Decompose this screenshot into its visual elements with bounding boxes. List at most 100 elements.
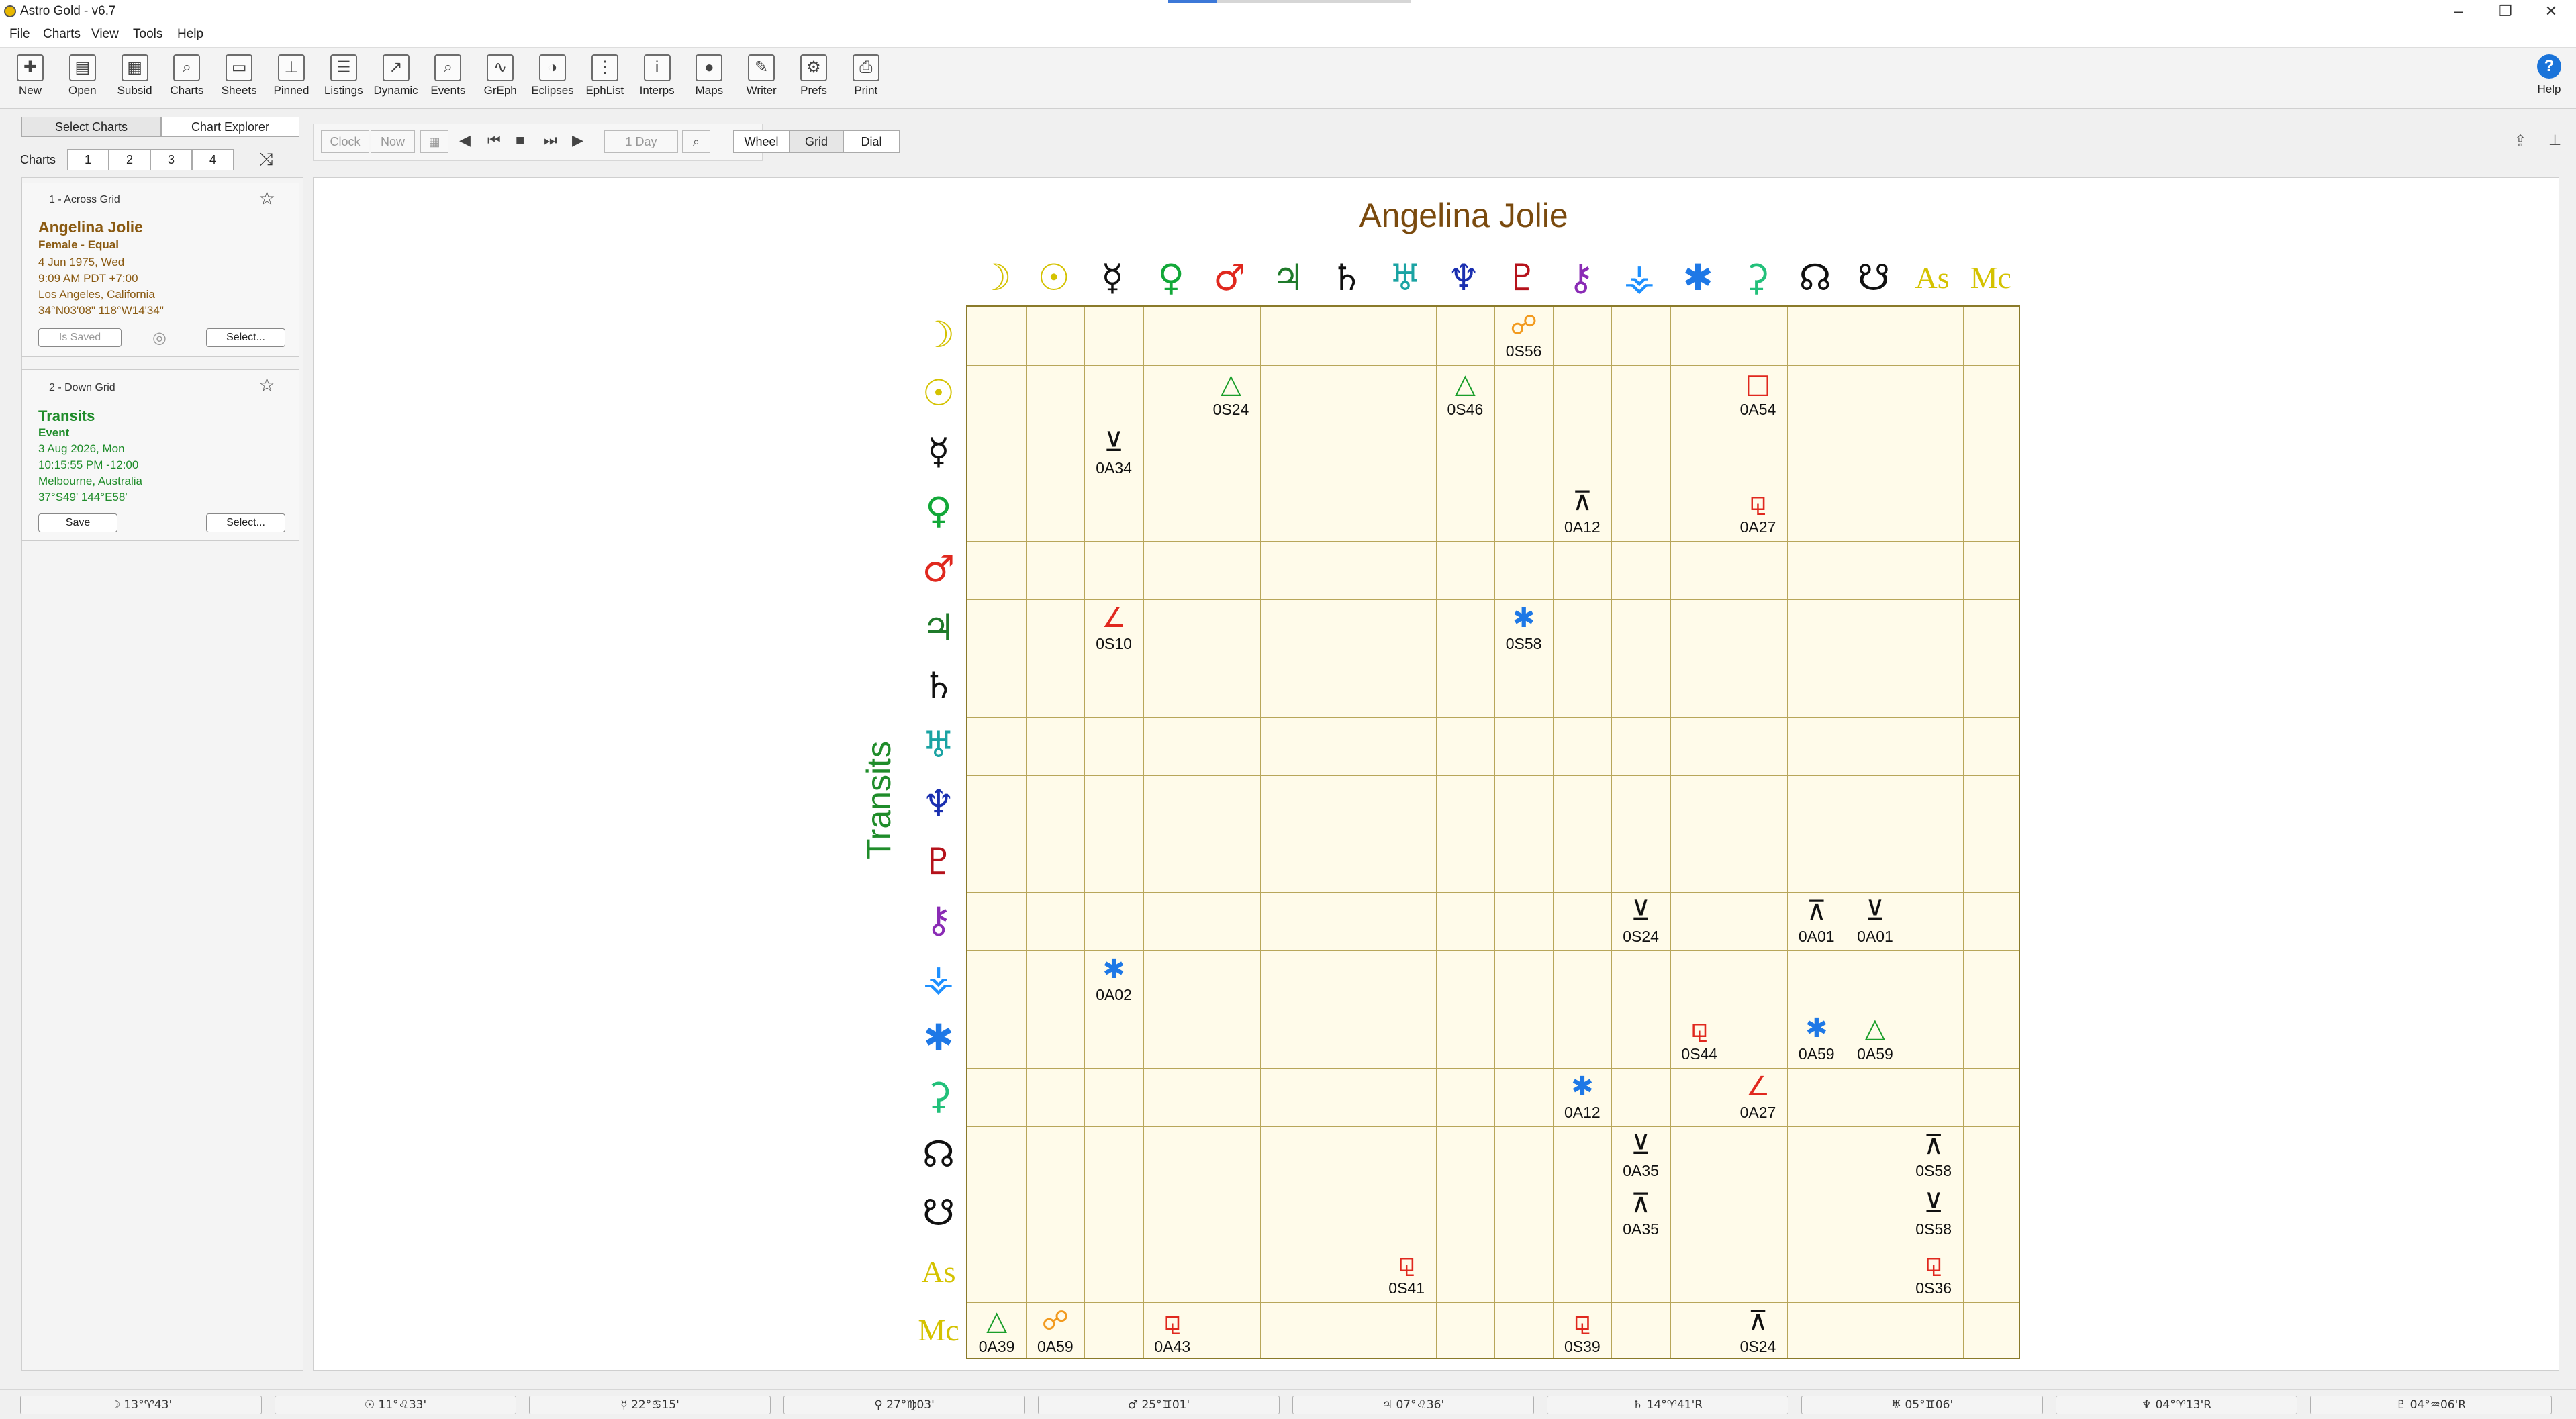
toolbar-ephlist-button[interactable]: ⋮ EphList [580,54,630,108]
card-name: Angelina Jolie [38,218,143,236]
pin-panel-icon[interactable]: ⊥ [2548,132,2561,149]
minimize-button[interactable]: – [2438,1,2479,21]
aspect-symbol[interactable]: △ [1846,1014,1904,1043]
share-icon[interactable]: ⇪ [2514,132,2527,151]
open-icon: ▤ [68,54,96,81]
chart-slot-2[interactable]: 2 [109,149,150,170]
aspect-orb: 0S10 [1096,635,1132,653]
select-button-2[interactable]: Select... [206,513,285,532]
aspect-symbol[interactable]: ⊻ [1084,428,1143,457]
toolbar-subsid-button[interactable]: ▦ Subsid [110,54,160,108]
aspect-symbol[interactable]: ⊻ [1905,1189,1963,1218]
toolbar-dynamic-button[interactable]: ↗ Dynamic [371,54,421,108]
toolbar-label: Maps [695,84,724,97]
menu-view[interactable]: View [91,27,119,42]
step-size-field[interactable]: 1 Day [604,130,678,153]
menu-tools[interactable]: Tools [133,27,162,42]
view-dial-button[interactable]: Dial [843,130,900,153]
column-header-midheaven: Mc [1970,260,2011,295]
stop-icon[interactable]: ■ [516,132,524,149]
menu-help[interactable]: Help [177,27,203,42]
menu-file[interactable]: File [9,27,30,42]
column-header-mars: ♂ [1213,256,1246,299]
toolbar-pinned-button[interactable]: ⊥ Pinned [267,54,316,108]
grid-hline [967,1302,2019,1303]
aspect-symbol[interactable]: △ [1202,369,1260,399]
calendar-icon[interactable]: ▦ [420,130,448,153]
toolbar-new-button[interactable]: ✚ New [5,54,55,108]
toolbar-writer-button[interactable]: ✎ Writer [736,54,786,108]
help-button[interactable]: ? Help [2524,54,2574,96]
target-icon[interactable]: ◎ [152,328,166,348]
close-button[interactable]: ✕ [2531,1,2571,21]
aspect-symbol[interactable]: ∠ [1729,1072,1787,1102]
aspect-symbol[interactable]: ⚼ [1553,1306,1611,1336]
events-icon: ⌕ [434,54,462,81]
chart-slot-1[interactable]: 1 [67,149,109,170]
aspect-symbol[interactable]: ⚼ [1670,1014,1729,1043]
toolbar-label: Print [854,84,878,97]
aspect-symbol[interactable]: ✱ [1084,955,1143,984]
aspect-symbol[interactable]: ⚼ [1143,1306,1202,1336]
aspect-symbol[interactable]: ⊼ [1905,1130,1963,1160]
aspect-orb: 0A01 [1798,928,1835,946]
toolbar-charts-button[interactable]: ⌕ Charts [162,54,211,108]
transits-axis-label: Transits [860,741,898,859]
toolbar-sheets-button[interactable]: ▭ Sheets [214,54,264,108]
play-icon[interactable]: ▶ [572,132,583,149]
aspect-symbol[interactable]: △ [967,1306,1026,1336]
aspect-symbol[interactable]: ⚼ [1378,1248,1436,1277]
aspect-symbol[interactable]: ☍ [1494,311,1553,340]
view-grid-button[interactable]: Grid [790,130,843,153]
aspect-orb: 0S39 [1564,1337,1601,1355]
aspect-symbol[interactable]: ⊻ [1611,896,1670,926]
toolbar-eclipses-button[interactable]: ◑ Eclipses [528,54,577,108]
shuffle-icon[interactable]: ⤨ [259,149,273,170]
aspect-symbol[interactable]: ⊻ [1846,896,1904,926]
aspect-symbol[interactable]: ☍ [1026,1306,1084,1336]
skip-forward-icon[interactable]: ⏭ [544,132,557,149]
toolbar-greph-button[interactable]: ∿ GrEph [475,54,525,108]
view-wheel-button[interactable]: Wheel [733,130,790,153]
toolbar-events-button[interactable]: ⌕ Events [423,54,473,108]
aspect-symbol[interactable]: ⊼ [1611,1189,1670,1218]
toolbar-interps-button[interactable]: i Interps [632,54,682,108]
search-icon[interactable]: ⌕ [682,130,710,153]
menu-charts[interactable]: Charts [43,27,81,42]
chart-slot-4[interactable]: 4 [192,149,234,170]
step-back-icon[interactable]: ◀ [459,132,471,149]
aspect-orb: 0S36 [1915,1279,1952,1297]
is-saved-button[interactable]: Is Saved [38,328,122,347]
aspect-symbol[interactable]: ⚼ [1729,487,1787,516]
aspect-symbol[interactable]: □ [1729,369,1787,399]
skip-back-icon[interactable]: ⏮ [487,132,501,149]
toolbar-listings-button[interactable]: ☰ Listings [319,54,369,108]
save-button[interactable]: Save [38,513,117,532]
toolbar-maps-button[interactable]: ● Maps [684,54,734,108]
clock-button[interactable]: Clock [321,130,369,153]
aspect-symbol[interactable]: ⊻ [1611,1130,1670,1160]
tab-select-charts[interactable]: Select Charts [21,117,161,137]
menu-bar: File Charts View Tools Help [0,23,2576,48]
chart-slot-3[interactable]: 3 [150,149,192,170]
aspect-symbol[interactable]: ∠ [1084,603,1143,633]
select-button-1[interactable]: Select... [206,328,285,347]
aspect-symbol[interactable]: ⚼ [1905,1248,1963,1277]
row-header-north-node: ☊ [922,1133,955,1176]
tab-chart-explorer[interactable]: Chart Explorer [161,117,299,137]
now-button[interactable]: Now [371,130,415,153]
aspect-symbol[interactable]: ⊼ [1729,1306,1787,1336]
favorite-star-icon[interactable]: ☆ [258,374,275,396]
aspect-symbol[interactable]: ✱ [1787,1014,1846,1043]
charts-label: Charts [20,153,56,166]
restore-button[interactable]: ❐ [2485,1,2526,21]
aspect-symbol[interactable]: ✱ [1494,603,1553,633]
toolbar-open-button[interactable]: ▤ Open [58,54,107,108]
favorite-star-icon[interactable]: ☆ [258,187,275,209]
aspect-symbol[interactable]: ✱ [1553,1072,1611,1102]
aspect-symbol[interactable]: ⊼ [1553,487,1611,516]
aspect-symbol[interactable]: ⊼ [1787,896,1846,926]
aspect-symbol[interactable]: △ [1436,369,1494,399]
toolbar-print-button[interactable]: ⎙ Print [841,54,891,108]
toolbar-prefs-button[interactable]: ⚙ Prefs [789,54,839,108]
